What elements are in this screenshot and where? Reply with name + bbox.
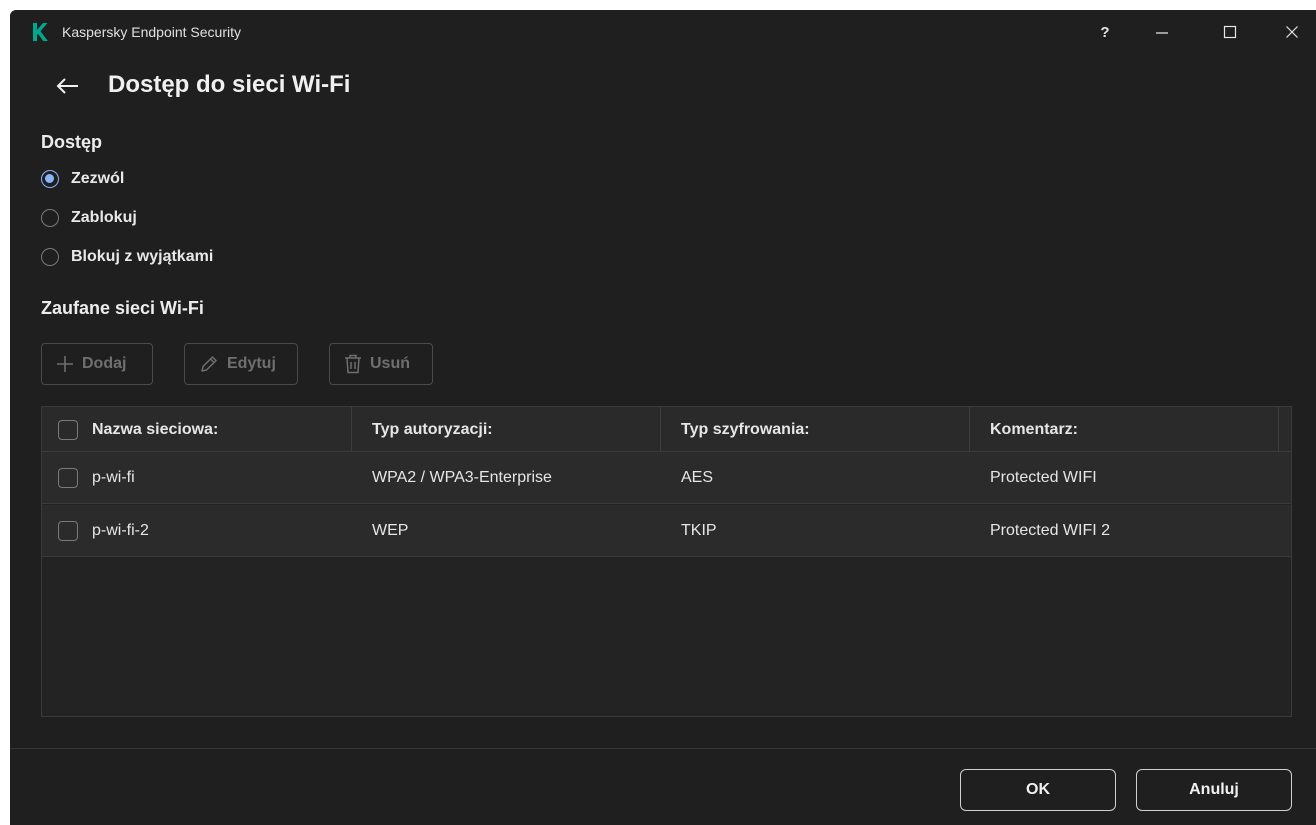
radio-button-checked[interactable] bbox=[41, 170, 59, 188]
delete-button-label: Usuń bbox=[370, 355, 410, 372]
column-divider[interactable] bbox=[969, 407, 970, 452]
cell-encryption-type: AES bbox=[681, 469, 714, 486]
table-row[interactable]: p-wi-fi WPA2 / WPA3-Enterprise AES Prote… bbox=[42, 452, 1291, 504]
maximize-button[interactable] bbox=[1208, 18, 1252, 46]
arrow-left-icon bbox=[56, 78, 78, 94]
row-checkbox[interactable] bbox=[58, 521, 78, 541]
radio-label: Zezwól bbox=[71, 170, 125, 187]
radio-block[interactable]: Zablokuj bbox=[41, 206, 137, 230]
column-divider[interactable] bbox=[1278, 407, 1279, 452]
title-bar: Kaspersky Endpoint Security ? bbox=[10, 10, 1316, 54]
row-checkbox[interactable] bbox=[58, 468, 78, 488]
column-header-name[interactable]: Nazwa sieciowa: bbox=[58, 407, 218, 452]
close-button[interactable] bbox=[1270, 18, 1314, 46]
maximize-icon bbox=[1223, 25, 1237, 39]
kaspersky-logo-icon bbox=[32, 22, 48, 42]
radio-button[interactable] bbox=[41, 248, 59, 266]
page-title: Dostęp do sieci Wi-Fi bbox=[108, 71, 351, 98]
edit-button-label: Edytuj bbox=[227, 355, 276, 372]
cell-network-name: p-wi-fi bbox=[92, 469, 135, 486]
column-header-comment[interactable]: Komentarz: bbox=[990, 407, 1078, 452]
table-row[interactable]: p-wi-fi-2 WEP TKIP Protected WIFI 2 bbox=[42, 505, 1291, 557]
back-button[interactable] bbox=[54, 74, 80, 98]
add-button[interactable]: Dodaj bbox=[41, 343, 153, 385]
cell-encryption-type: TKIP bbox=[681, 522, 717, 539]
cell-comment: Protected WIFI 2 bbox=[990, 522, 1111, 539]
trusted-networks-heading: Zaufane sieci Wi-Fi bbox=[41, 298, 204, 318]
radio-label: Blokuj z wyjątkami bbox=[71, 248, 214, 265]
ok-button[interactable]: OK bbox=[960, 769, 1116, 811]
add-button-label: Dodaj bbox=[82, 355, 127, 372]
plus-icon bbox=[57, 356, 73, 372]
column-divider[interactable] bbox=[351, 407, 352, 452]
access-heading: Dostęp bbox=[41, 132, 103, 152]
cell-auth-type: WPA2 / WPA3-Enterprise bbox=[372, 469, 552, 486]
column-header-encryption[interactable]: Typ szyfrowania: bbox=[681, 407, 810, 452]
minimize-icon bbox=[1156, 32, 1168, 34]
trash-icon bbox=[345, 354, 361, 374]
cell-auth-type: WEP bbox=[372, 522, 409, 539]
radio-allow[interactable]: Zezwól bbox=[41, 167, 124, 191]
radio-button[interactable] bbox=[41, 209, 59, 227]
pencil-icon bbox=[201, 356, 217, 372]
delete-button[interactable]: Usuń bbox=[329, 343, 433, 385]
cell-comment: Protected WIFI bbox=[990, 469, 1097, 486]
minimize-button[interactable] bbox=[1140, 18, 1184, 46]
close-icon bbox=[1286, 26, 1298, 38]
app-window: Kaspersky Endpoint Security ? Dostęp do … bbox=[10, 10, 1316, 825]
column-header-label: Nazwa sieciowa: bbox=[92, 420, 219, 438]
footer-divider bbox=[10, 748, 1316, 749]
cell-network-name: p-wi-fi-2 bbox=[92, 522, 149, 539]
select-all-checkbox[interactable] bbox=[58, 419, 78, 440]
cancel-button[interactable]: Anuluj bbox=[1136, 769, 1292, 811]
column-divider[interactable] bbox=[660, 407, 661, 452]
edit-button[interactable]: Edytuj bbox=[184, 343, 298, 385]
trusted-networks-table: Nazwa sieciowa: Typ autoryzacji: Typ szy… bbox=[41, 406, 1292, 717]
column-header-auth[interactable]: Typ autoryzacji: bbox=[372, 407, 493, 452]
help-button[interactable]: ? bbox=[1083, 18, 1127, 46]
app-title: Kaspersky Endpoint Security bbox=[62, 24, 241, 40]
radio-block-with-exceptions[interactable]: Blokuj z wyjątkami bbox=[41, 245, 213, 269]
radio-label: Zablokuj bbox=[71, 209, 137, 226]
table-header: Nazwa sieciowa: Typ autoryzacji: Typ szy… bbox=[42, 407, 1291, 452]
